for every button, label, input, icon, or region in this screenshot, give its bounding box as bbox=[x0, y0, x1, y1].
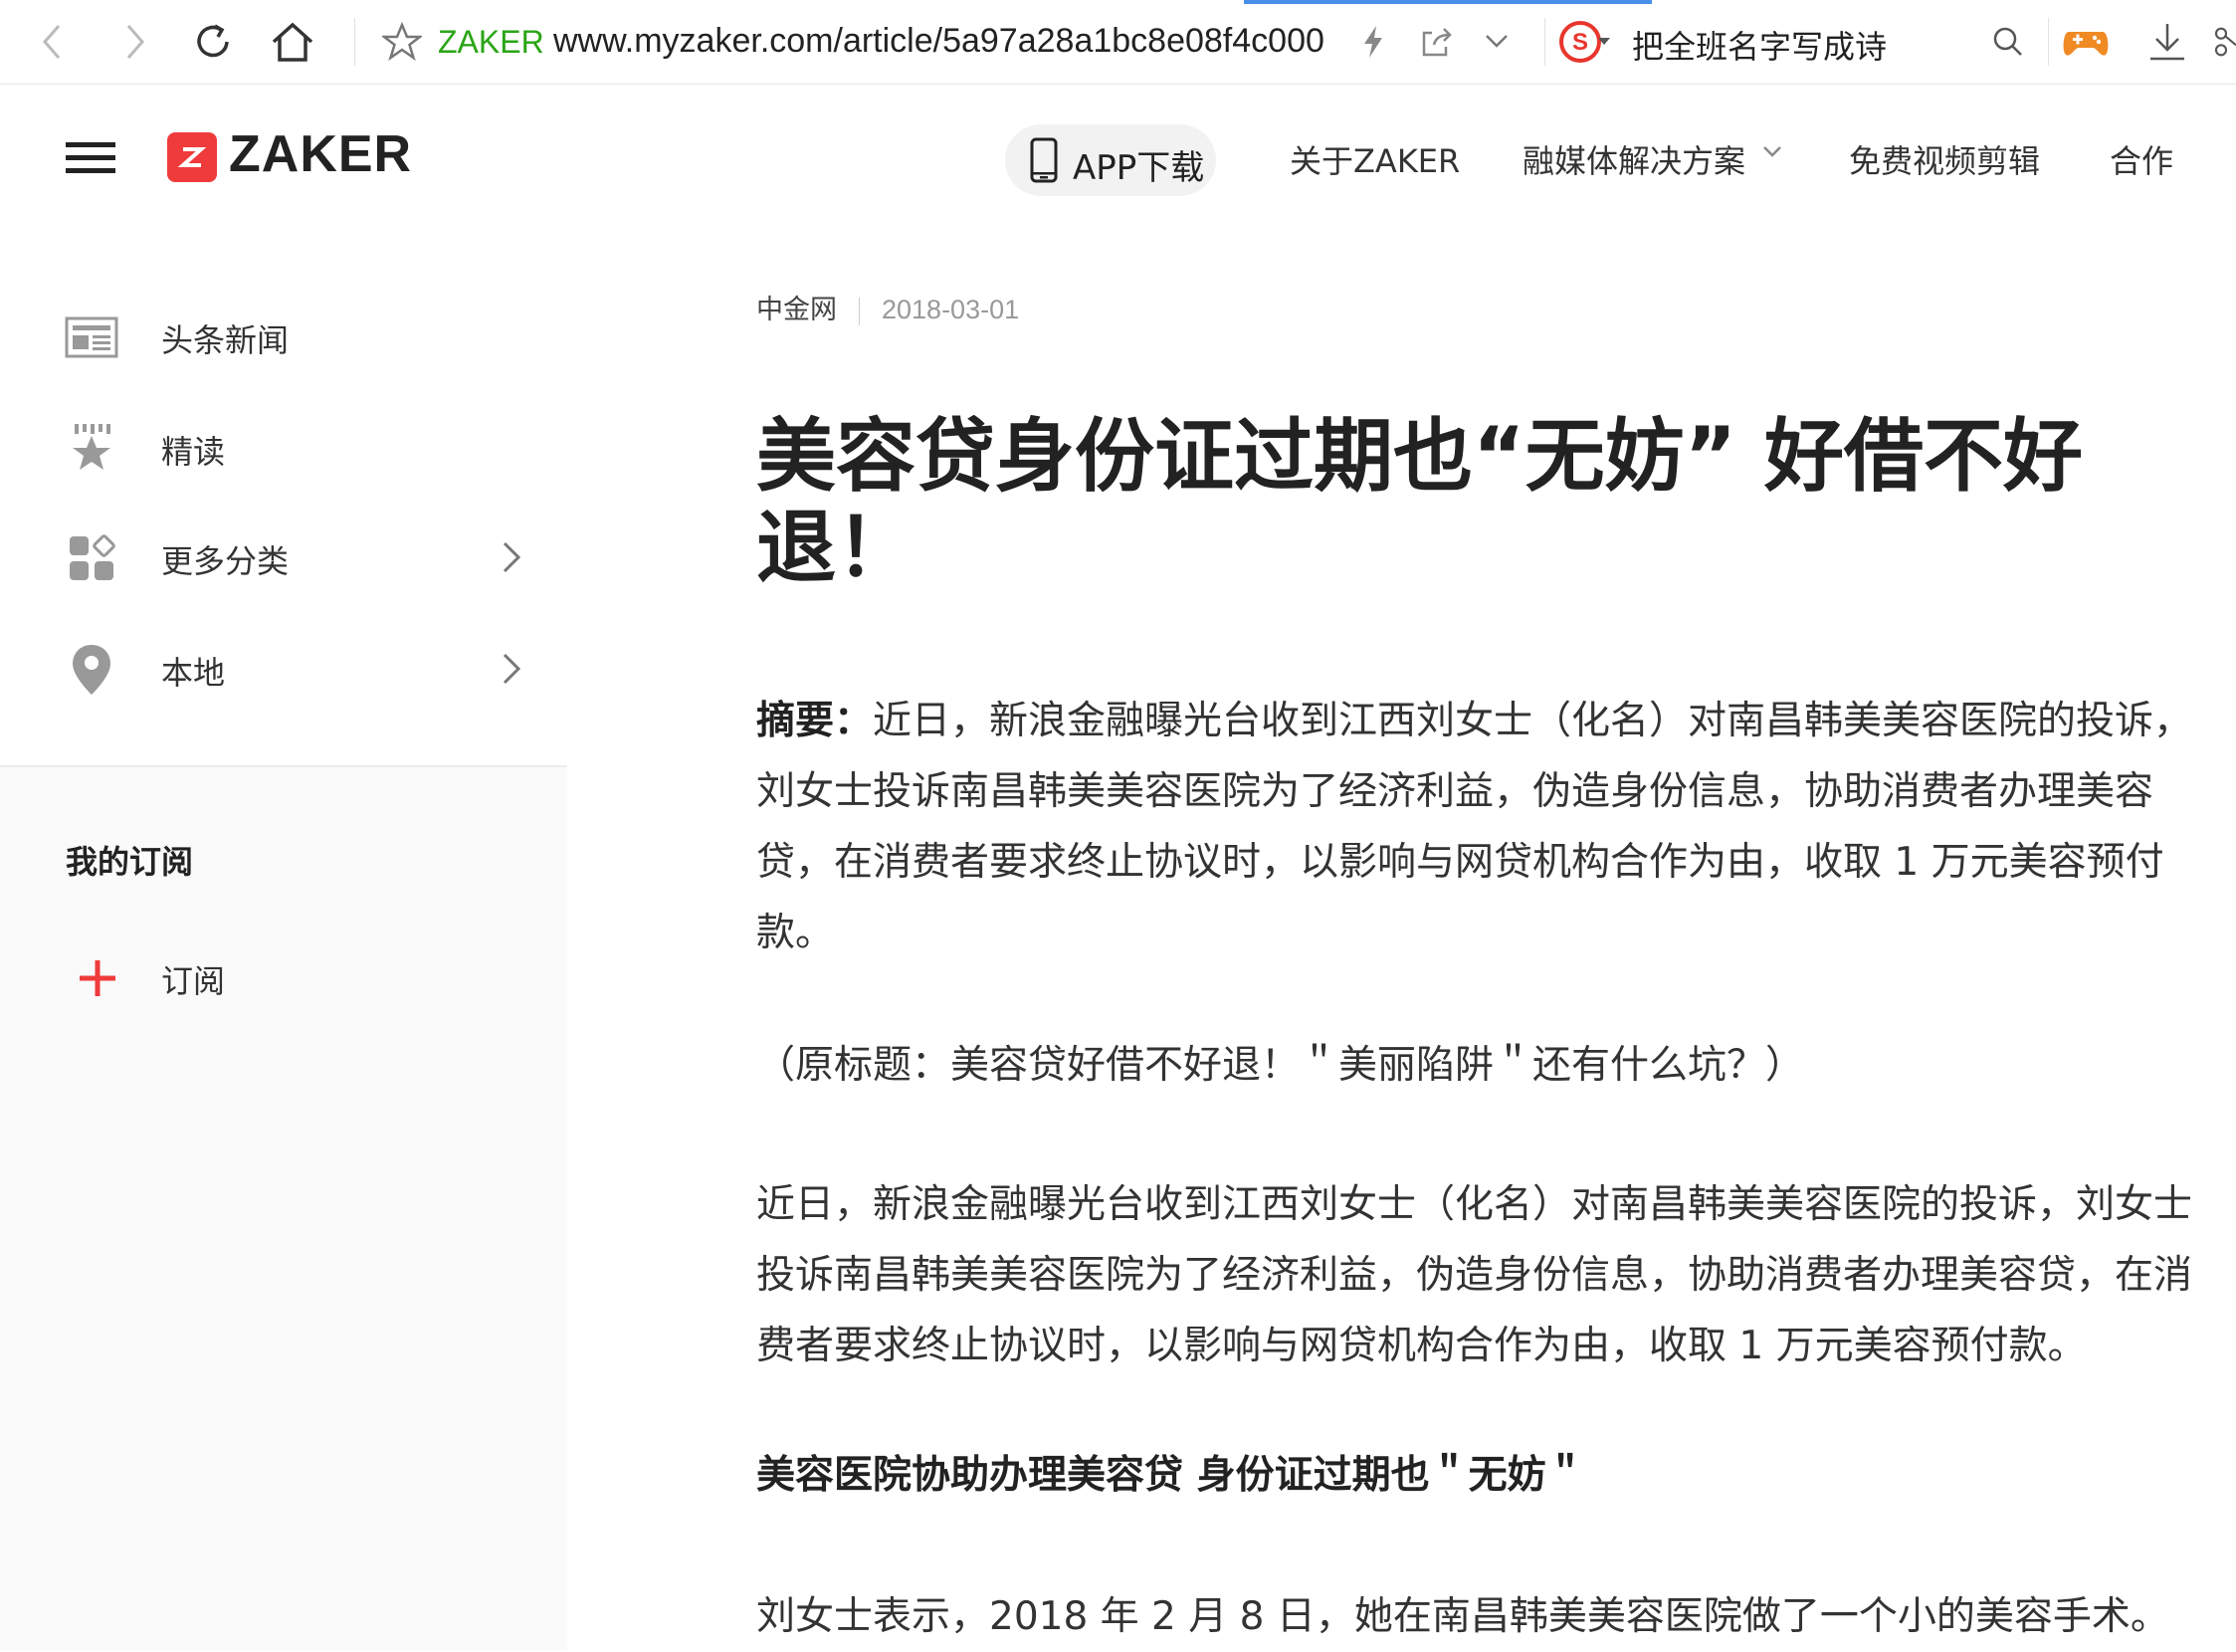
home-icon[interactable] bbox=[267, 16, 318, 68]
sidebar-item-label: 头条新闻 bbox=[161, 321, 290, 359]
back-icon[interactable] bbox=[26, 16, 78, 68]
zaker-logo-icon[interactable] bbox=[167, 132, 217, 182]
site-header: ZAKER APP下载 关于ZAKER 融媒体解决方案 免费视频剪辑 合作 bbox=[0, 85, 2236, 232]
zaker-logo-text[interactable]: ZAKER bbox=[229, 124, 412, 184]
article-paragraph: 近日，新浪金融曝光台收到江西刘女士（化名）对南昌韩美美容医院的投诉，刘女士投诉南… bbox=[756, 1182, 2193, 1368]
search-icon[interactable] bbox=[1982, 16, 2034, 68]
forward-icon[interactable] bbox=[109, 16, 161, 68]
chevron-down-icon[interactable] bbox=[1761, 144, 1783, 164]
toolbar-divider bbox=[354, 18, 355, 66]
original-title-note: （原标题：美容贷好借不好退！＂美丽陷阱＂还有什么坑？） bbox=[756, 1043, 1805, 1088]
article-source[interactable]: 中金网 bbox=[756, 295, 837, 325]
star-badge-icon bbox=[64, 423, 119, 475]
newspaper-icon bbox=[64, 311, 119, 363]
article-meta: 中金网 2018-03-01 bbox=[756, 288, 1019, 326]
address-bar-url[interactable]: www.myzaker.com/article/5a97a28a1bc8e08f… bbox=[553, 22, 1324, 61]
share-icon[interactable] bbox=[1411, 16, 1463, 68]
app-download-button[interactable]: APP下载 bbox=[1005, 124, 1216, 196]
meta-divider bbox=[859, 297, 860, 325]
lightning-icon[interactable] bbox=[1347, 16, 1399, 68]
search-input[interactable]: 把全班名字写成诗 bbox=[1632, 22, 1887, 68]
nav-cooperation[interactable]: 合作 bbox=[2110, 136, 2173, 182]
sidebar-item-label: 更多分类 bbox=[161, 542, 290, 580]
sidebar-item-label: 精读 bbox=[161, 433, 226, 471]
sidebar-nav: 头条新闻 精读 更多分类 本地 bbox=[0, 232, 567, 765]
menu-icon[interactable] bbox=[64, 136, 117, 180]
sidebar-item-label: 本地 bbox=[161, 654, 226, 692]
location-pin-icon bbox=[64, 644, 119, 696]
sidebar-item-more-categories[interactable]: 更多分类 bbox=[0, 513, 567, 602]
sidebar: 头条新闻 精读 更多分类 本地 我的订阅 订阅 bbox=[0, 232, 567, 1650]
article-date: 2018-03-01 bbox=[882, 295, 1020, 324]
sidebar-divider bbox=[0, 765, 567, 767]
article-subheading: 美容医院协助办理美容贷 身份证过期也＂无妨＂ bbox=[756, 1453, 1585, 1498]
app-download-label: APP下载 bbox=[1073, 148, 1205, 188]
download-icon[interactable] bbox=[2141, 16, 2193, 68]
svg-text:S: S bbox=[1572, 29, 1588, 56]
nav-free-video-editing[interactable]: 免费视频剪辑 bbox=[1849, 136, 2040, 182]
bookmark-star-icon[interactable] bbox=[376, 16, 428, 68]
chevron-right-icon bbox=[492, 534, 531, 580]
sidebar-item-headlines[interactable]: 头条新闻 bbox=[0, 292, 567, 381]
subscribe-label: 订阅 bbox=[161, 962, 226, 1000]
phone-icon bbox=[1029, 136, 1059, 188]
address-site-label[interactable]: ZAKER bbox=[438, 24, 544, 61]
nav-media-solutions[interactable]: 融媒体解决方案 bbox=[1523, 136, 1745, 182]
plus-icon bbox=[70, 952, 125, 1004]
chevron-down-icon[interactable] bbox=[1471, 16, 1523, 68]
subscribe-button[interactable]: 订阅 bbox=[0, 932, 567, 1022]
toolbar-divider bbox=[1544, 18, 1545, 66]
sidebar-item-local[interactable]: 本地 bbox=[0, 624, 567, 714]
my-subscriptions-heading: 我的订阅 bbox=[66, 843, 194, 881]
toolbar-divider bbox=[2048, 18, 2049, 66]
summary-label: 摘要： bbox=[756, 699, 874, 743]
scissors-icon[interactable] bbox=[2211, 16, 2236, 68]
chevron-right-icon bbox=[492, 646, 531, 692]
sidebar-item-featured[interactable]: 精读 bbox=[0, 403, 567, 493]
engine-dropdown-icon[interactable] bbox=[1592, 16, 1616, 68]
summary-text: 近日，新浪金融曝光台收到江西刘女士（化名）对南昌韩美美容医院的投诉，刘女士投诉南… bbox=[756, 699, 2193, 955]
article-summary: 摘要：近日，新浪金融曝光台收到江西刘女士（化名）对南昌韩美美容医院的投诉，刘女士… bbox=[756, 686, 2224, 968]
article-paragraph: 刘女士表示，2018 年 2 月 8 日，她在南昌韩美美容医院做了一个小的美容手… bbox=[756, 1594, 2169, 1639]
categories-grid-icon bbox=[64, 532, 119, 584]
page-load-progress bbox=[1244, 0, 1652, 4]
browser-toolbar: ZAKER www.myzaker.com/article/5a97a28a1b… bbox=[0, 0, 2236, 85]
article-title: 美容贷身份证过期也“无妨” 好借不好退！ bbox=[756, 410, 2084, 594]
gamepad-icon[interactable] bbox=[2060, 16, 2112, 68]
reload-icon[interactable] bbox=[187, 16, 239, 68]
nav-about-zaker[interactable]: 关于ZAKER bbox=[1290, 136, 1460, 182]
